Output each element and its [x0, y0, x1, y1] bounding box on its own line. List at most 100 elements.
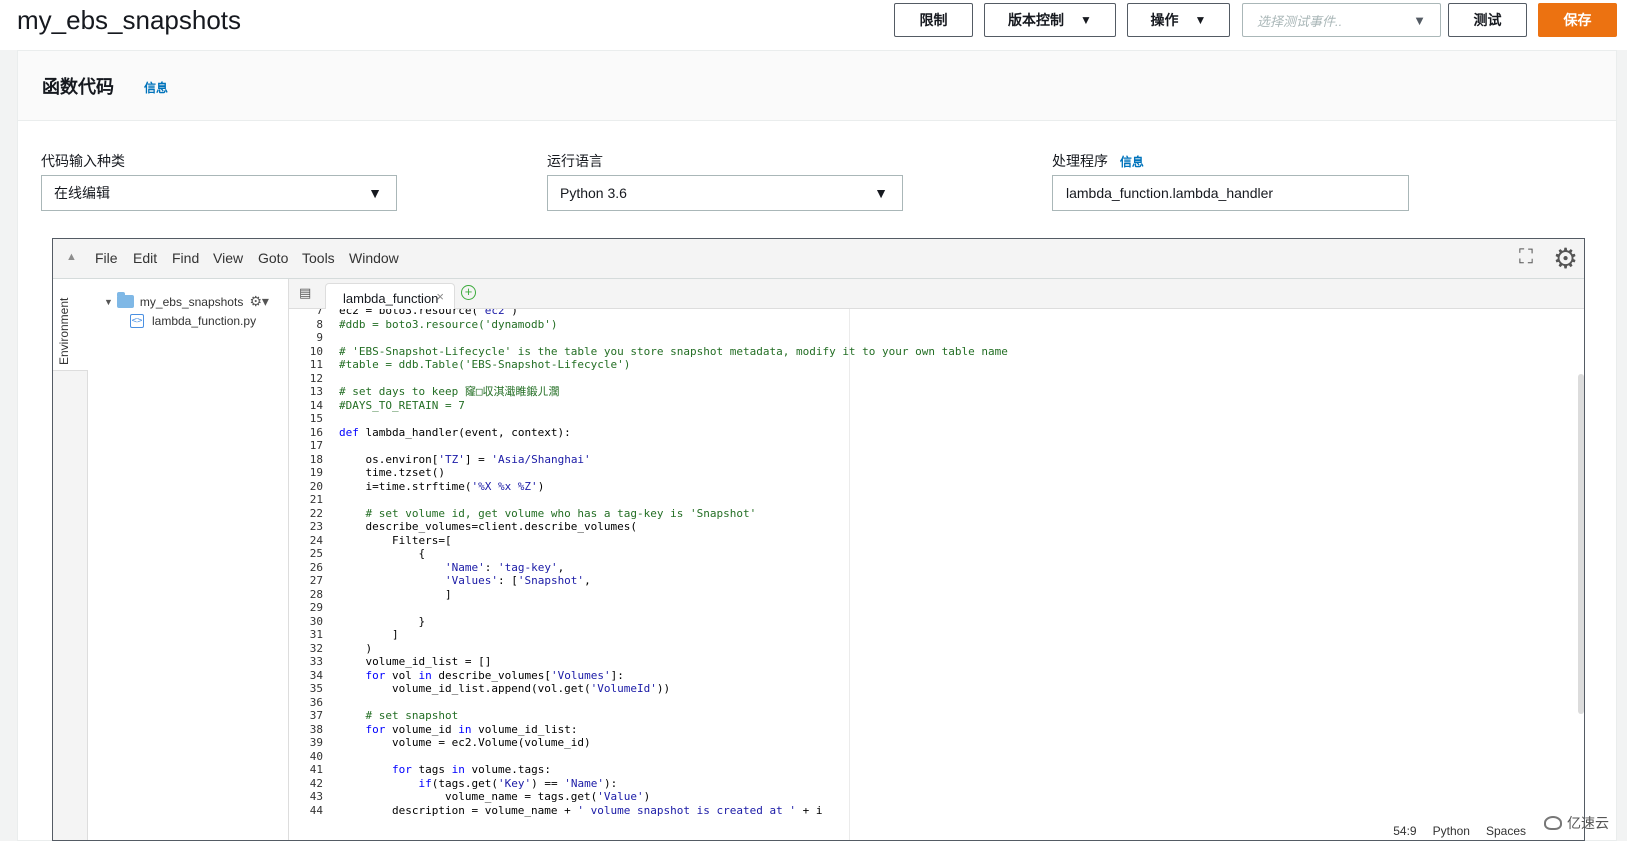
code-line[interactable]: 14 #DAYS_TO_RETAIN = 7 [289, 398, 465, 413]
fullscreen-icon[interactable]: ⛶ [1519, 246, 1533, 269]
code-editor[interactable]: 7 ec2 = boto3.resource('ec2') 8 #ddb = boto… [289, 309, 1584, 840]
code-line[interactable]: 32 ) [289, 641, 372, 656]
code-line[interactable]: 35 volume_id_list.append(vol.get('Volume… [289, 682, 670, 696]
line-number: 39 [309, 736, 323, 749]
menu-tools[interactable]: Tools [302, 250, 335, 266]
code-line[interactable]: 18 os.environ['TZ'] = 'Asia/Shanghai' [289, 452, 591, 467]
save-button[interactable]: 保存 [1538, 3, 1617, 37]
environment-tab[interactable]: Environment [53, 279, 88, 371]
code-line[interactable]: 42 if(tags.get('Key') == 'Name'): [289, 776, 617, 791]
code-line[interactable]: 16 def lambda_handler(event, context): [289, 426, 571, 440]
line-number: 22 [309, 506, 323, 520]
code-line[interactable]: 12 [289, 372, 323, 386]
settings-gear-icon[interactable]: ⚙ [1553, 242, 1578, 275]
add-tab-icon[interactable]: + [461, 285, 476, 300]
language-mode[interactable]: Python [1433, 824, 1470, 838]
code-line[interactable]: 27 'Values': ['Snapshot', [289, 574, 591, 588]
code-line[interactable]: 21 [289, 493, 323, 507]
line-number: 7 [316, 309, 323, 317]
line-number: 42 [309, 776, 323, 790]
handler-info-link[interactable]: 信息 [1120, 155, 1144, 169]
version-control-label: 版本控制 [1008, 12, 1065, 28]
page-header: my_ebs_snapshots 限制 版本控制 ▼ 操作 ▼ 选择测试事件..… [0, 0, 1627, 50]
caret-down-icon: ▼ [874, 185, 888, 201]
panel-info-link[interactable]: 信息 [144, 79, 168, 96]
code-line[interactable]: 15 [289, 412, 323, 426]
tree-file-item[interactable]: <> lambda_function.py [130, 314, 256, 328]
code-line[interactable]: 29 [289, 601, 323, 615]
code-line[interactable]: 36 [289, 696, 323, 710]
code-line[interactable]: 17 [289, 439, 323, 453]
editor-area: ▤ lambda_function × + 7 ec2 = boto3.resou… [289, 279, 1584, 840]
code-line[interactable]: 7 ec2 = boto3.resource('ec2') [289, 309, 517, 318]
menu-window[interactable]: Window [349, 250, 399, 266]
code-line[interactable]: 33 volume_id_list = [] [289, 655, 492, 669]
line-number: 32 [309, 641, 323, 655]
menu-edit[interactable]: Edit [133, 250, 157, 266]
code-text: # set snapshot [339, 709, 459, 722]
code-line[interactable]: 30 } [289, 615, 425, 629]
line-number: 23 [309, 520, 323, 533]
folder-gear-icon[interactable]: ⚙▾ [249, 293, 269, 310]
entry-type-select[interactable]: 在线编辑 ▼ [41, 175, 397, 211]
code-line[interactable]: 40 [289, 750, 323, 764]
code-text: volume_name = tags.get('Value') [339, 790, 651, 803]
tree-folder-label: my_ebs_snapshots [139, 294, 244, 309]
runtime-select[interactable]: Python 3.6 ▼ [547, 175, 903, 211]
code-line[interactable]: 43 volume_name = tags.get('Value') [289, 790, 651, 804]
limit-button[interactable]: 限制 [894, 3, 973, 37]
handler-input[interactable]: lambda_function.lambda_handler [1052, 175, 1409, 211]
version-control-button[interactable]: 版本控制 ▼ [984, 3, 1116, 37]
collapse-up-icon[interactable]: ▲ [66, 251, 77, 263]
editor-scrollbar[interactable] [1578, 374, 1584, 714]
environment-tab-label: Environment [57, 297, 71, 365]
code-line[interactable]: 10 # 'EBS-Snapshot-Lifecycle' is the tabl… [289, 345, 1008, 359]
code-line[interactable]: 25 { [289, 547, 425, 561]
line-number: 25 [309, 547, 323, 560]
line-number: 18 [309, 452, 323, 466]
line-number: 8 [316, 317, 323, 331]
indent-mode[interactable]: Spaces [1486, 824, 1526, 838]
cursor-position[interactable]: 54:9 [1393, 824, 1416, 838]
code-line[interactable]: 38 for volume_id in volume_id_list: [289, 723, 578, 737]
code-line[interactable]: 22 # set volume id, get volume who has a… [289, 506, 756, 521]
code-line[interactable]: 31 ] [289, 628, 399, 642]
python-file-icon: <> [130, 314, 144, 328]
code-line[interactable]: 41 for tags in volume.tags: [289, 763, 551, 777]
watermark: 亿速云 [1544, 813, 1609, 833]
code-line[interactable]: 19 time.tzset() [289, 466, 445, 480]
tree-folder-root[interactable]: ▼ my_ebs_snapshots ⚙▾ [104, 292, 269, 310]
tab-list-icon[interactable]: ▤ [299, 285, 311, 301]
code-line[interactable]: 24 Filters=[ [289, 534, 452, 548]
code-text: def lambda_handler(event, context): [339, 425, 571, 439]
code-line[interactable]: 34 for vol in describe_volumes['Volumes'… [289, 669, 624, 683]
line-number: 15 [309, 412, 323, 425]
code-text: for vol in describe_volumes['Volumes']: [365, 668, 624, 682]
test-event-select[interactable]: 选择测试事件.. ▼ [1242, 3, 1441, 37]
code-text: { [339, 547, 426, 560]
menu-view[interactable]: View [213, 250, 243, 266]
code-line[interactable]: 11 #table = ddb.Table('EBS-Snapshot-Lifec… [289, 358, 631, 372]
test-button[interactable]: 测试 [1448, 3, 1527, 37]
line-number: 37 [309, 709, 323, 722]
menu-file[interactable]: File [95, 250, 118, 266]
code-line[interactable]: 39 volume = ec2.Volume(volume_id) [289, 736, 591, 750]
code-line[interactable]: 28 ] [289, 588, 452, 602]
menu-find[interactable]: Find [172, 250, 199, 266]
line-number: 14 [309, 398, 323, 412]
expand-triangle-icon[interactable]: ▼ [104, 297, 113, 307]
code-line[interactable]: 8 #ddb = boto3.resource('dynamodb') [289, 317, 557, 332]
code-line[interactable]: 20 i=time.strftime('%X %x %Z') [289, 480, 545, 494]
line-number: 19 [309, 466, 323, 479]
code-line[interactable]: 13 # set days to keep 窿□収淇濈睢鍛ㄦ濶 [289, 385, 560, 399]
code-line[interactable]: 37 # set snapshot [289, 709, 458, 723]
tab-lambda-function[interactable]: lambda_function × [325, 283, 455, 310]
test-event-placeholder: 选择测试事件.. [1257, 13, 1343, 29]
code-line[interactable]: 26 'Name': 'tag-key', [289, 561, 564, 575]
menu-goto[interactable]: Goto [258, 250, 288, 266]
actions-button[interactable]: 操作 ▼ [1127, 3, 1230, 37]
code-line[interactable]: 23 describe_volumes=client.describe_volu… [289, 520, 637, 534]
code-line[interactable]: 9 [289, 331, 323, 345]
close-icon[interactable]: × [436, 289, 444, 304]
code-line[interactable]: 44 description = volume_name + ' volume … [289, 804, 823, 818]
